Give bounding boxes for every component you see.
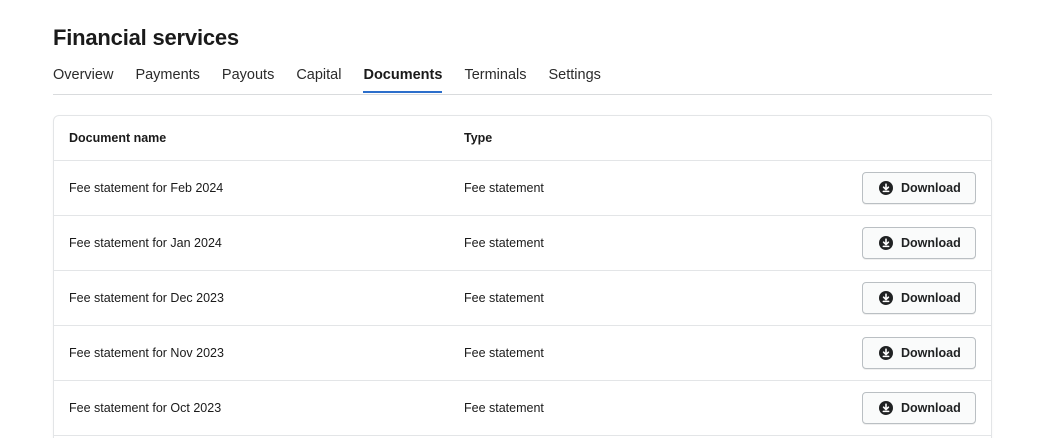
download-label: Download xyxy=(901,236,961,250)
tab-terminals[interactable]: Terminals xyxy=(464,66,526,93)
document-name-cell: Fee statement for Dec 2023 xyxy=(69,291,224,305)
tab-documents[interactable]: Documents xyxy=(363,66,443,93)
document-type-cell: Fee statement xyxy=(464,291,544,305)
download-button[interactable]: Download xyxy=(862,337,976,369)
download-button[interactable]: Download xyxy=(862,172,976,204)
table-row: Fee statement for Jan 2024 Fee statement… xyxy=(54,216,991,271)
document-name-cell: Fee statement for Jan 2024 xyxy=(69,236,222,250)
download-button[interactable]: Download xyxy=(862,227,976,259)
table-row: Fee statement for Dec 2023 Fee statement… xyxy=(54,271,991,326)
download-circle-icon xyxy=(879,236,893,250)
table-row: Fee statement for Oct 2023 Fee statement… xyxy=(54,381,991,436)
tab-overview[interactable]: Overview xyxy=(53,66,113,93)
financial-services-page: Financial services Overview Payments Pay… xyxy=(0,0,1054,438)
document-name-cell: Fee statement for Oct 2023 xyxy=(69,401,222,415)
table-row: Fee statement for Feb 2024 Fee statement… xyxy=(54,161,991,216)
document-type-cell: Fee statement xyxy=(464,401,544,415)
download-button[interactable]: Download xyxy=(862,392,976,424)
tab-bar: Overview Payments Payouts Capital Docume… xyxy=(53,66,992,95)
tab-payments[interactable]: Payments xyxy=(135,66,199,93)
document-type-cell: Fee statement xyxy=(464,181,544,195)
download-label: Download xyxy=(901,291,961,305)
download-circle-icon xyxy=(879,291,893,305)
tab-settings[interactable]: Settings xyxy=(548,66,600,93)
table-header: Document name Type xyxy=(54,116,991,161)
download-circle-icon xyxy=(879,346,893,360)
column-header-document-name: Document name xyxy=(69,131,167,145)
download-label: Download xyxy=(901,401,961,415)
column-header-type: Type xyxy=(464,131,493,145)
download-label: Download xyxy=(901,181,961,195)
download-label: Download xyxy=(901,346,961,360)
document-type-cell: Fee statement xyxy=(464,236,544,250)
download-circle-icon xyxy=(879,181,893,195)
document-name-cell: Fee statement for Feb 2024 xyxy=(69,181,224,195)
tab-payouts[interactable]: Payouts xyxy=(222,66,274,93)
table-row: Fee statement for Nov 2023 Fee statement… xyxy=(54,326,991,381)
tab-capital[interactable]: Capital xyxy=(296,66,341,93)
page-title: Financial services xyxy=(53,25,239,50)
download-button[interactable]: Download xyxy=(862,282,976,314)
document-name-cell: Fee statement for Nov 2023 xyxy=(69,346,224,360)
download-circle-icon xyxy=(879,401,893,415)
documents-table: Document name Type Fee statement for Feb… xyxy=(53,115,992,438)
document-type-cell: Fee statement xyxy=(464,346,544,360)
